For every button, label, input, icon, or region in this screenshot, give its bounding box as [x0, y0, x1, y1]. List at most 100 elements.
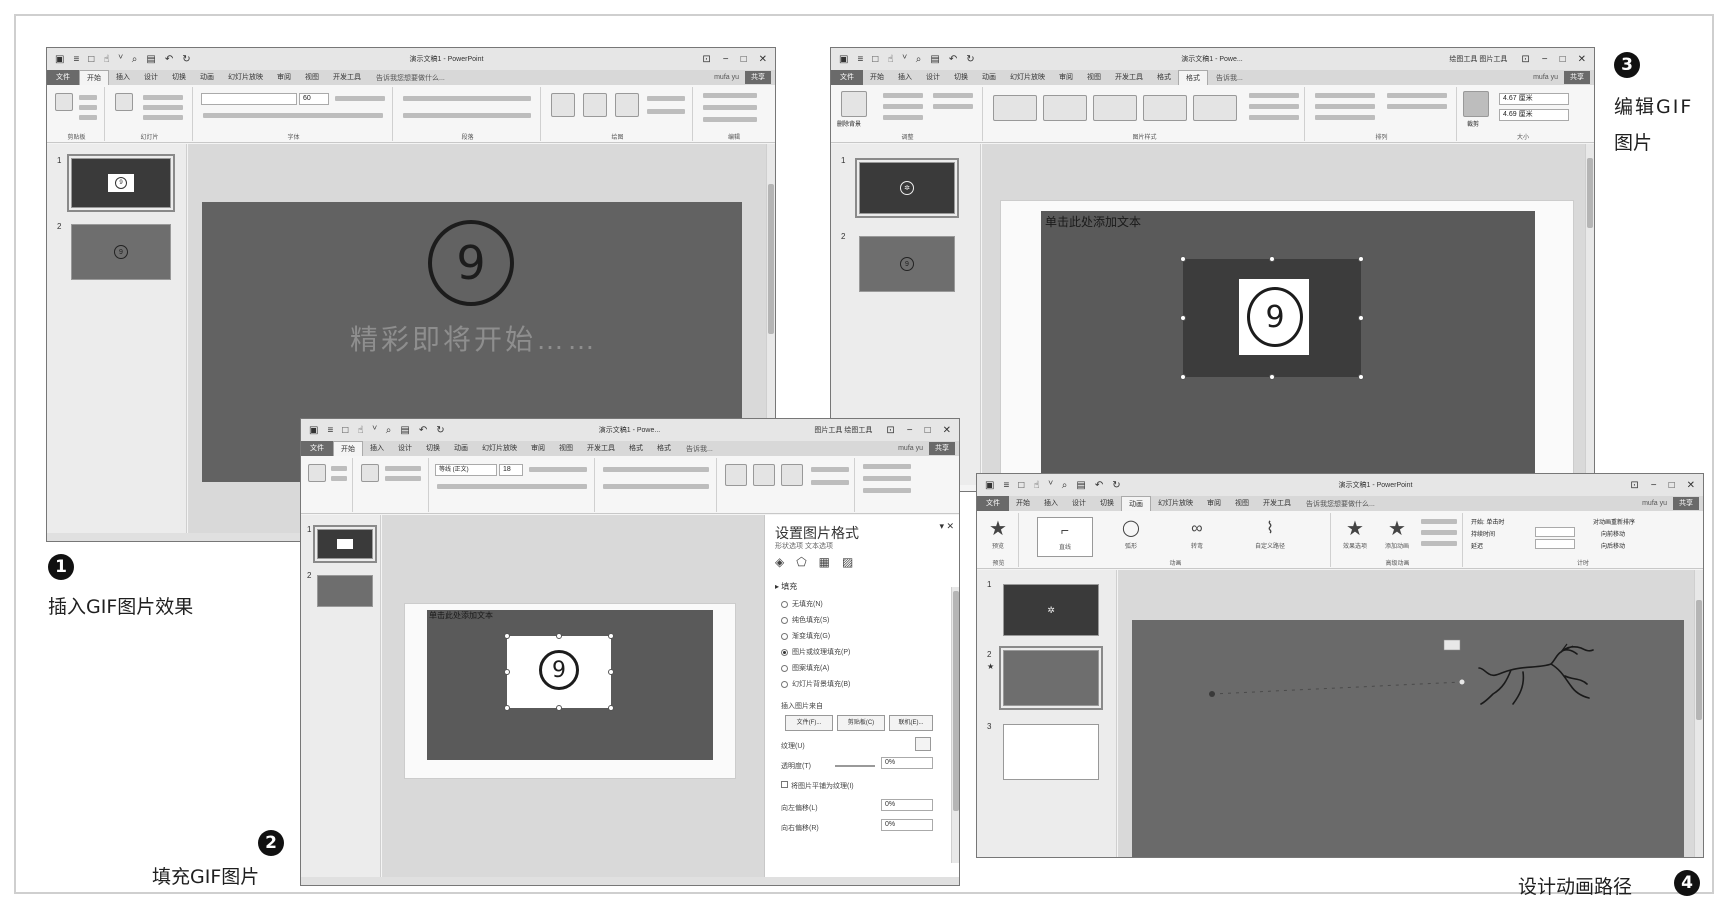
new-icon[interactable]: □: [88, 54, 94, 65]
tab-file[interactable]: 文件: [831, 70, 863, 85]
tab-developer[interactable]: 开发工具: [1256, 496, 1298, 511]
start-label[interactable]: 开始: 单击时: [1471, 517, 1504, 526]
text-placeholder[interactable]: 单击此处添加文本: [429, 610, 493, 621]
tab-review[interactable]: 审阅: [270, 70, 298, 85]
tab-view[interactable]: 视图: [1228, 496, 1256, 511]
maximize-icon[interactable]: □: [1560, 54, 1566, 65]
minimize-icon[interactable]: −: [1542, 54, 1548, 65]
spelling-icon[interactable]: ⱽ: [902, 54, 906, 65]
fill-option-slide-background[interactable]: 幻灯片背景填充(B): [781, 679, 850, 689]
effect-options-button[interactable]: ★ 效果选项: [1335, 517, 1375, 557]
tab-slideshow[interactable]: 幻灯片放映: [1151, 496, 1200, 511]
slideshow-icon[interactable]: ▤: [400, 425, 409, 436]
redo-icon[interactable]: ↻: [966, 54, 974, 65]
file-button[interactable]: 文件(F)...: [785, 715, 833, 731]
tab-insert[interactable]: 插入: [109, 70, 137, 85]
maximize-icon[interactable]: □: [1669, 480, 1675, 491]
ribbon-display-icon[interactable]: ⊡: [1630, 480, 1638, 491]
clipboard-button[interactable]: 剪贴板(C): [837, 715, 885, 731]
offset-left-input[interactable]: 0%: [881, 799, 933, 811]
save-icon[interactable]: ▣: [839, 54, 848, 65]
tab-view[interactable]: 视图: [552, 441, 580, 456]
undo-icon[interactable]: ↶: [1095, 480, 1103, 491]
share-button[interactable]: 共享: [1673, 497, 1699, 510]
minimize-icon[interactable]: −: [1651, 480, 1657, 491]
ribbon-display-icon[interactable]: ⊡: [702, 54, 710, 65]
resize-handle[interactable]: [556, 633, 562, 639]
touch-mode-icon[interactable]: ≡: [73, 54, 79, 65]
slide-thumbnail-2[interactable]: 9: [71, 224, 171, 280]
tab-insert[interactable]: 插入: [1037, 496, 1065, 511]
tab-review[interactable]: 审阅: [524, 441, 552, 456]
tab-design[interactable]: 设计: [137, 70, 165, 85]
resize-handle[interactable]: [1358, 256, 1364, 262]
gif-picture-frame[interactable]: 9: [1180, 256, 1364, 380]
size-properties-icon[interactable]: ▦: [819, 555, 830, 569]
paste-button[interactable]: [55, 93, 73, 111]
font-size-box[interactable]: 18: [499, 464, 523, 476]
resize-handle[interactable]: [1180, 374, 1186, 380]
tell-me-search[interactable]: 告诉我您想要做什么...: [1306, 499, 1642, 509]
share-button[interactable]: 共享: [745, 71, 771, 84]
user-name[interactable]: mufa yu: [714, 74, 739, 81]
save-icon[interactable]: ▣: [55, 54, 64, 65]
close-icon[interactable]: ✕: [1687, 480, 1695, 491]
animation-custom-path[interactable]: ⌇ 自定义路径: [1235, 517, 1305, 557]
tab-animations[interactable]: 动画: [975, 70, 1003, 85]
spelling-icon[interactable]: ⱽ: [372, 425, 376, 436]
resize-handle[interactable]: [1358, 374, 1364, 380]
resize-handle[interactable]: [504, 633, 510, 639]
resize-handle[interactable]: [556, 705, 562, 711]
close-icon[interactable]: ✕: [1578, 54, 1586, 65]
resize-handle[interactable]: [504, 705, 510, 711]
move-later-button[interactable]: 向后移动: [1601, 541, 1625, 550]
tab-design[interactable]: 设计: [919, 70, 947, 85]
slideshow-icon[interactable]: ▤: [1076, 480, 1085, 491]
height-input[interactable]: 4.67 厘米: [1499, 93, 1569, 105]
new-slide-button[interactable]: [361, 464, 379, 482]
resize-handle[interactable]: [608, 633, 614, 639]
pane-scrollbar[interactable]: [951, 587, 959, 863]
shapes-button[interactable]: [725, 464, 747, 486]
user-name[interactable]: mufa yu: [898, 445, 923, 452]
spelling-icon[interactable]: ⱽ: [118, 54, 122, 65]
tab-design[interactable]: 设计: [1065, 496, 1093, 511]
tile-checkbox[interactable]: 将图片平铺为纹理(I): [781, 781, 854, 791]
transparency-slider[interactable]: [835, 765, 875, 767]
tell-me-search[interactable]: 告诉我...: [1216, 73, 1533, 83]
slide-thumbnail-2[interactable]: [317, 575, 373, 607]
new-icon[interactable]: □: [872, 54, 878, 65]
slide-thumbnail-1[interactable]: ✲: [1003, 584, 1099, 636]
fill-line-icon[interactable]: ◈: [775, 555, 784, 569]
vertical-scrollbar[interactable]: [1694, 570, 1703, 857]
resize-handle[interactable]: [1180, 256, 1186, 262]
fill-option-gradient[interactable]: 渐变填充(G): [781, 631, 830, 641]
resize-handle[interactable]: [1180, 315, 1186, 321]
slideshow-icon[interactable]: ▤: [146, 54, 155, 65]
tell-me-search[interactable]: 告诉我您想要做什么...: [376, 73, 714, 83]
user-name[interactable]: mufa yu: [1533, 74, 1558, 81]
touch-icon[interactable]: ☝: [103, 54, 109, 65]
arrange-button[interactable]: [583, 93, 607, 117]
share-button[interactable]: 共享: [1564, 71, 1590, 84]
new-icon[interactable]: □: [1018, 480, 1024, 491]
slide-thumbnail-3[interactable]: [1003, 724, 1099, 780]
fill-option-picture-texture[interactable]: 图片或纹理填充(P): [781, 647, 850, 657]
add-animation-button[interactable]: ★ 添加动画: [1377, 517, 1417, 557]
print-preview-icon[interactable]: ⌕: [916, 54, 922, 65]
running-horse-icon[interactable]: [1477, 642, 1607, 732]
tab-transitions[interactable]: 切换: [165, 70, 193, 85]
paste-button[interactable]: [308, 464, 326, 482]
tab-home[interactable]: 开始: [863, 70, 891, 85]
redo-icon[interactable]: ↻: [436, 425, 444, 436]
quick-styles-button[interactable]: [781, 464, 803, 486]
tab-transitions[interactable]: 切换: [419, 441, 447, 456]
resize-handle[interactable]: [608, 669, 614, 675]
print-preview-icon[interactable]: ⌕: [386, 425, 392, 436]
picture-style-1[interactable]: [993, 95, 1037, 121]
preview-button[interactable]: ★ 预览: [979, 517, 1017, 557]
fill-option-pattern[interactable]: 图案填充(A): [781, 663, 829, 673]
new-icon[interactable]: □: [342, 425, 348, 436]
tab-file[interactable]: 文件: [977, 496, 1009, 511]
ribbon-display-icon[interactable]: ⊡: [1521, 54, 1529, 65]
